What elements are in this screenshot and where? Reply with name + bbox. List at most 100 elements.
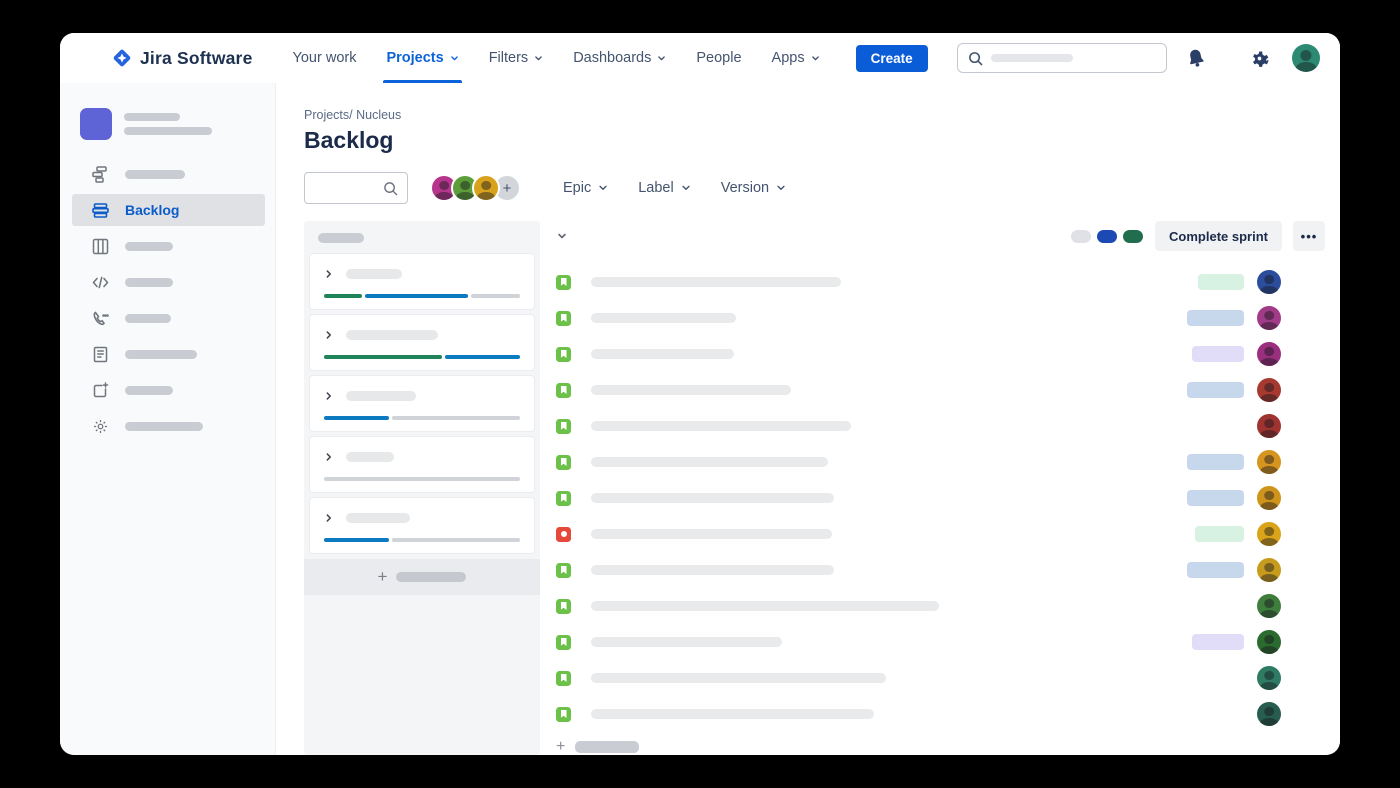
story-type-icon <box>556 707 571 722</box>
assignee-avatar <box>1257 414 1281 438</box>
backlog-issue-row[interactable] <box>556 660 1325 696</box>
notifications-icon[interactable] <box>1185 47 1207 69</box>
backlog-issue-row[interactable] <box>556 624 1325 660</box>
backlog-issue-row[interactable] <box>556 300 1325 336</box>
chevron-right-icon[interactable] <box>324 513 334 523</box>
profile-avatar[interactable] <box>1292 44 1320 72</box>
backlog-issue-row[interactable] <box>556 444 1325 480</box>
progress-segment-gray <box>471 294 520 298</box>
chevron-down-icon <box>657 54 666 63</box>
issue-title-placeholder <box>591 637 782 647</box>
assignee-avatar <box>1257 594 1281 618</box>
create-issue-button[interactable]: + <box>556 738 1325 755</box>
global-search-input[interactable] <box>957 43 1167 73</box>
backlog-issue-row[interactable] <box>556 264 1325 300</box>
sidebar-item-backlog[interactable]: Backlog <box>60 192 275 228</box>
backlog-search-input[interactable] <box>304 172 408 204</box>
primary-nav: Your work Projects Filters Dashboards Pe… <box>293 33 820 83</box>
label-placeholder <box>125 170 185 179</box>
epic-progress-bar <box>324 477 520 481</box>
epic-card[interactable] <box>310 498 534 553</box>
sidebar-item-calls[interactable] <box>60 300 275 336</box>
settings-icon[interactable] <box>1249 48 1270 69</box>
epic-card[interactable] <box>310 254 534 309</box>
assignee-avatar <box>1257 666 1281 690</box>
status-pill <box>1187 454 1244 470</box>
label-placeholder <box>125 386 173 395</box>
backlog-issue-row[interactable] <box>556 588 1325 624</box>
epic-title-placeholder <box>346 330 438 340</box>
epic-card[interactable] <box>310 376 534 431</box>
assignee-facepile: + <box>430 174 521 202</box>
backlog-issue-row[interactable] <box>556 552 1325 588</box>
chevron-right-icon[interactable] <box>324 330 334 340</box>
status-pill <box>1187 490 1244 506</box>
backlog-issue-row[interactable] <box>556 336 1325 372</box>
issue-title-placeholder <box>591 673 886 683</box>
nav-item-your-work[interactable]: Your work <box>293 33 357 83</box>
sidebar-item-pages[interactable] <box>60 336 275 372</box>
issue-title-placeholder <box>591 421 851 431</box>
facepile-avatar[interactable] <box>472 174 500 202</box>
label-placeholder <box>125 350 197 359</box>
sidebar-item-code[interactable] <box>60 264 275 300</box>
sidebar-item-settings[interactable] <box>60 408 275 444</box>
search-placeholder-bar <box>991 54 1073 62</box>
story-type-icon <box>556 563 571 578</box>
epic-title-placeholder <box>346 452 394 462</box>
epic-card[interactable] <box>310 437 534 492</box>
sprint-more-button[interactable]: ••• <box>1293 221 1325 251</box>
app-switcher-icon[interactable] <box>78 49 96 67</box>
project-name-placeholder <box>124 113 212 135</box>
backlog-issue-row[interactable] <box>556 516 1325 552</box>
project-sidebar: Backlog <box>60 83 276 755</box>
nav-item-projects[interactable]: Projects <box>386 33 458 83</box>
epic-title-placeholder <box>346 269 402 279</box>
issue-title-placeholder <box>591 385 791 395</box>
nav-item-filters[interactable]: Filters <box>489 33 543 83</box>
filter-dropdowns: Epic Label Version <box>563 180 786 196</box>
backlog-issue-row[interactable] <box>556 408 1325 444</box>
complete-sprint-button[interactable]: Complete sprint <box>1155 221 1282 251</box>
sidebar-item-roadmap[interactable] <box>60 156 275 192</box>
epic-progress-bar <box>324 355 520 359</box>
story-type-icon <box>556 671 571 686</box>
chevron-right-icon[interactable] <box>324 452 334 462</box>
create-button[interactable]: Create <box>856 45 928 72</box>
chevron-down-icon[interactable] <box>556 230 568 242</box>
bug-type-icon <box>556 527 571 542</box>
nav-item-people[interactable]: People <box>696 33 741 83</box>
sprint-status-dot <box>1097 230 1117 243</box>
filter-dropdown-label[interactable]: Label <box>638 180 690 196</box>
backlog-issue-row[interactable] <box>556 696 1325 732</box>
filter-dropdown-version[interactable]: Version <box>721 180 786 196</box>
epic-card[interactable] <box>310 315 534 370</box>
progress-segment-gray <box>392 538 520 542</box>
sidebar-item-shortcuts[interactable] <box>60 372 275 408</box>
epic-title-placeholder <box>346 513 410 523</box>
nav-item-apps[interactable]: Apps <box>772 33 820 83</box>
create-epic-button[interactable]: + <box>304 559 540 595</box>
issue-title-placeholder <box>591 709 874 719</box>
assignee-avatar <box>1257 378 1281 402</box>
nav-item-dashboards[interactable]: Dashboards <box>573 33 666 83</box>
chevron-right-icon[interactable] <box>324 269 334 279</box>
chevron-right-icon[interactable] <box>324 391 334 401</box>
jira-logo[interactable]: Jira Software <box>112 48 253 69</box>
page-title: Backlog <box>304 126 1340 154</box>
progress-segment-blue <box>445 355 520 359</box>
story-type-icon <box>556 383 571 398</box>
issue-title-placeholder <box>591 313 736 323</box>
project-header[interactable] <box>60 108 275 140</box>
assignee-avatar <box>1257 270 1281 294</box>
story-type-icon <box>556 635 571 650</box>
document-icon <box>92 346 109 363</box>
issue-title-placeholder <box>591 457 828 467</box>
backlog-issue-row[interactable] <box>556 480 1325 516</box>
filter-dropdown-epic[interactable]: Epic <box>563 180 608 196</box>
status-pill <box>1187 382 1244 398</box>
sidebar-item-board[interactable] <box>60 228 275 264</box>
backlog-issue-row[interactable] <box>556 372 1325 408</box>
breadcrumb[interactable]: Projects/ Nucleus <box>304 108 1340 122</box>
gear-icon <box>92 418 109 435</box>
